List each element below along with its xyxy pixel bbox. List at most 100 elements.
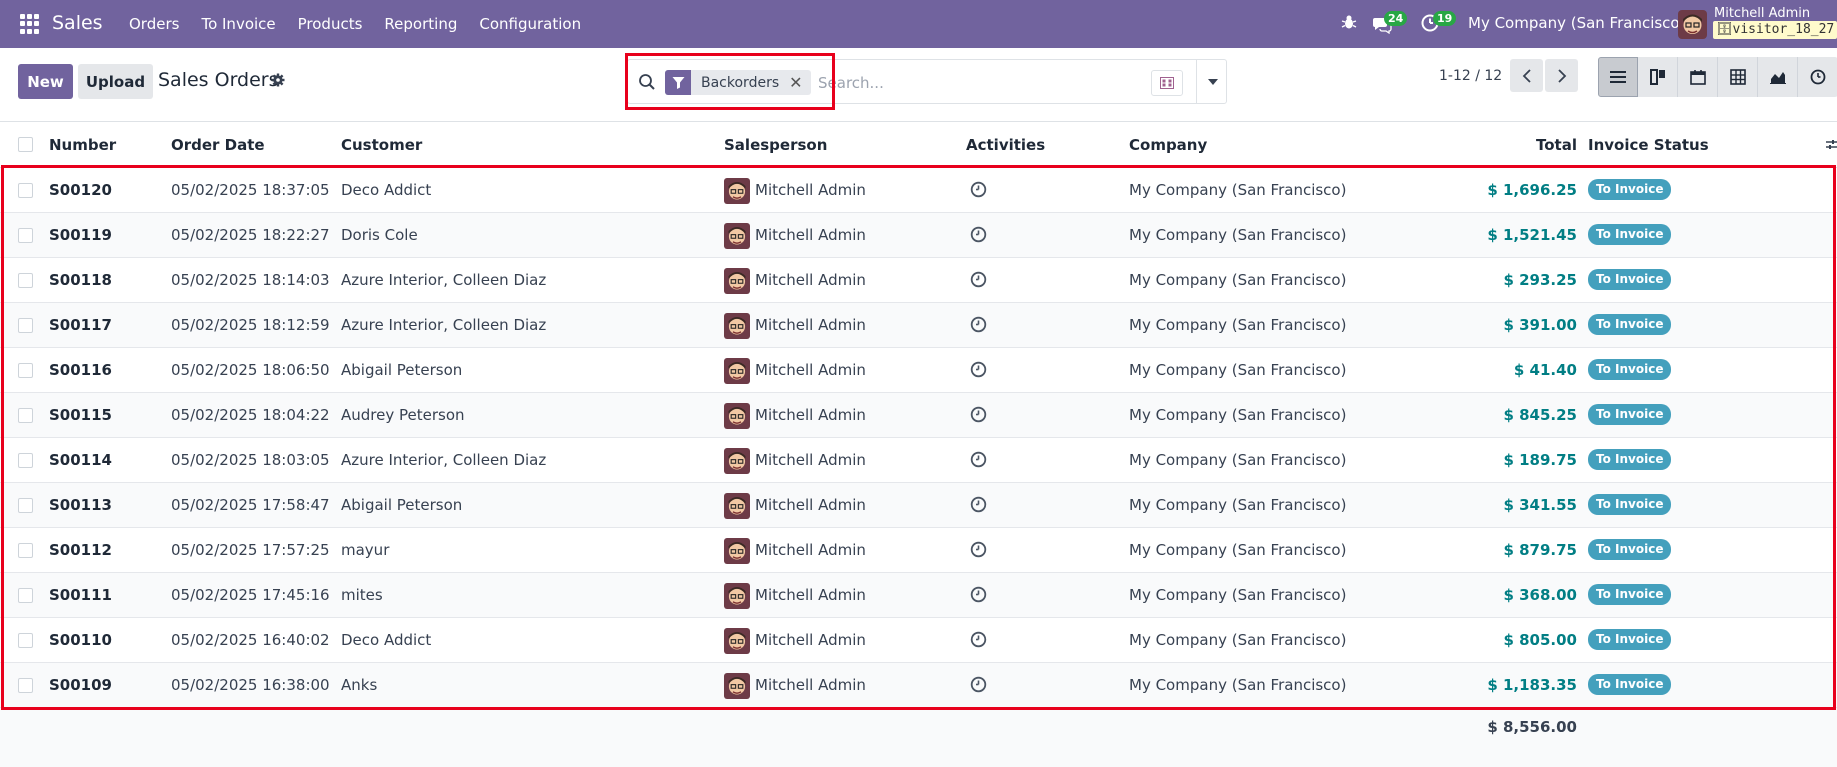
top-navbar: Sales Orders To Invoice Products Reporti…	[0, 0, 1837, 48]
salesperson-name: Mitchell Admin	[755, 451, 866, 469]
graph-view-button[interactable]	[1758, 57, 1798, 97]
invoice-status-badge: To Invoice	[1588, 359, 1672, 380]
upload-button[interactable]: Upload	[78, 64, 153, 99]
row-checkbox[interactable]	[18, 588, 33, 603]
view-switcher	[1598, 57, 1837, 97]
table-row[interactable]: S00114 05/02/2025 18:03:05 Azure Interio…	[0, 438, 1837, 483]
gear-icon[interactable]	[271, 73, 285, 87]
menu-item-reporting[interactable]: Reporting	[373, 15, 468, 33]
column-header-invoice-status[interactable]: Invoice Status	[1588, 136, 1709, 154]
calendar-view-button[interactable]	[1678, 57, 1718, 97]
column-header-order-date[interactable]: Order Date	[171, 136, 265, 154]
order-total: $ 41.40	[1513, 361, 1577, 379]
optional-columns-icon[interactable]	[1826, 139, 1837, 151]
list-view-icon	[1610, 71, 1626, 83]
pager-previous-button[interactable]	[1510, 59, 1543, 92]
messages-count-badge: 24	[1384, 11, 1408, 26]
row-checkbox[interactable]	[18, 408, 33, 423]
table-row[interactable]: S00115 05/02/2025 18:04:22 Audrey Peters…	[0, 393, 1837, 438]
company-switcher[interactable]: My Company (San Francisco)	[1468, 14, 1685, 32]
row-checkbox[interactable]	[18, 228, 33, 243]
table-row[interactable]: S00111 05/02/2025 17:45:16 mites Mitchel…	[0, 573, 1837, 618]
menu-item-to-invoice[interactable]: To Invoice	[190, 15, 286, 33]
search-panel-toggle-icon[interactable]	[1151, 70, 1183, 96]
table-row[interactable]: S00116 05/02/2025 18:06:50 Abigail Peter…	[0, 348, 1837, 393]
kanban-view-button[interactable]	[1638, 57, 1678, 97]
activity-clock-icon[interactable]	[970, 316, 987, 333]
column-header-number[interactable]: Number	[49, 136, 116, 154]
pivot-view-icon	[1729, 69, 1746, 85]
column-header-total[interactable]: Total	[1536, 136, 1577, 154]
salesperson-name: Mitchell Admin	[755, 406, 866, 424]
activity-clock-icon[interactable]	[970, 271, 987, 288]
activity-clock-icon[interactable]	[970, 631, 987, 648]
row-checkbox[interactable]	[18, 453, 33, 468]
invoice-status-badge: To Invoice	[1588, 494, 1672, 515]
table-row[interactable]: S00109 05/02/2025 16:38:00 Anks Mitchell…	[0, 663, 1837, 708]
user-avatar[interactable]	[1678, 10, 1707, 39]
control-panel: New Upload Sales Orders Backorders ✕ Sea…	[0, 48, 1837, 122]
order-date: 05/02/2025 16:38:00	[171, 676, 330, 694]
order-total: $ 845.25	[1503, 406, 1577, 424]
salesperson-avatar	[724, 583, 750, 609]
order-date: 05/02/2025 17:45:16	[171, 586, 330, 604]
list-view-button[interactable]	[1598, 57, 1638, 97]
app-menu-icon[interactable]	[20, 14, 40, 34]
menu-item-products[interactable]: Products	[287, 15, 374, 33]
column-header-activities[interactable]: Activities	[966, 136, 1045, 154]
row-checkbox[interactable]	[18, 498, 33, 513]
salesperson-avatar	[724, 313, 750, 339]
company-name: My Company (San Francisco)	[1129, 631, 1347, 649]
pager-next-button[interactable]	[1545, 59, 1578, 92]
activity-clock-icon[interactable]	[970, 361, 987, 378]
row-checkbox[interactable]	[18, 543, 33, 558]
order-total: $ 879.75	[1503, 541, 1577, 559]
activity-clock-icon[interactable]	[970, 541, 987, 558]
column-header-salesperson[interactable]: Salesperson	[724, 136, 827, 154]
activity-clock-icon[interactable]	[970, 586, 987, 603]
table-row[interactable]: S00119 05/02/2025 18:22:27 Doris Cole Mi…	[0, 213, 1837, 258]
pager-value[interactable]: 1-12 / 12	[1439, 68, 1502, 84]
user-name[interactable]: Mitchell Admin	[1714, 6, 1810, 21]
app-name[interactable]: Sales	[52, 12, 103, 34]
activity-clock-icon[interactable]	[970, 181, 987, 198]
column-header-company[interactable]: Company	[1129, 136, 1207, 154]
salesperson-name: Mitchell Admin	[755, 361, 866, 379]
search-options-dropdown[interactable]	[1196, 59, 1228, 104]
table-row[interactable]: S00113 05/02/2025 17:58:47 Abigail Peter…	[0, 483, 1837, 528]
order-total: $ 1,521.45	[1487, 226, 1577, 244]
customer-name: Abigail Peterson	[341, 496, 463, 514]
new-button[interactable]: New	[18, 64, 73, 99]
customer-name: Azure Interior, Colleen Diaz	[341, 271, 547, 289]
row-checkbox[interactable]	[18, 318, 33, 333]
table-row[interactable]: S00112 05/02/2025 17:57:25 mayur Mitchel…	[0, 528, 1837, 573]
search-input[interactable]	[818, 70, 1118, 95]
select-all-checkbox[interactable]	[18, 137, 33, 152]
order-date: 05/02/2025 17:57:25	[171, 541, 330, 559]
row-checkbox[interactable]	[18, 183, 33, 198]
activity-clock-icon[interactable]	[970, 226, 987, 243]
activity-clock-icon[interactable]	[970, 496, 987, 513]
activity-clock-icon[interactable]	[970, 406, 987, 423]
list-body: S00120 05/02/2025 18:37:05 Deco Addict M…	[0, 168, 1837, 708]
menu-item-configuration[interactable]: Configuration	[468, 15, 592, 33]
order-number: S00110	[49, 631, 112, 649]
activity-clock-icon[interactable]	[970, 676, 987, 693]
table-row[interactable]: S00110 05/02/2025 16:40:02 Deco Addict M…	[0, 618, 1837, 663]
row-checkbox[interactable]	[18, 633, 33, 648]
column-header-customer[interactable]: Customer	[341, 136, 422, 154]
pivot-view-button[interactable]	[1718, 57, 1758, 97]
row-checkbox[interactable]	[18, 363, 33, 378]
activity-clock-icon[interactable]	[970, 451, 987, 468]
table-row[interactable]: S00120 05/02/2025 18:37:05 Deco Addict M…	[0, 168, 1837, 213]
order-date: 05/02/2025 18:22:27	[171, 226, 330, 244]
row-checkbox[interactable]	[18, 273, 33, 288]
table-row[interactable]: S00117 05/02/2025 18:12:59 Azure Interio…	[0, 303, 1837, 348]
menu-item-orders[interactable]: Orders	[118, 15, 190, 33]
row-checkbox[interactable]	[18, 678, 33, 693]
table-row[interactable]: S00118 05/02/2025 18:14:03 Azure Interio…	[0, 258, 1837, 303]
activity-view-button[interactable]	[1798, 57, 1837, 97]
bug-icon[interactable]	[1340, 13, 1358, 31]
main-menu: Orders To Invoice Products Reporting Con…	[118, 15, 592, 33]
company-name: My Company (San Francisco)	[1129, 181, 1347, 199]
